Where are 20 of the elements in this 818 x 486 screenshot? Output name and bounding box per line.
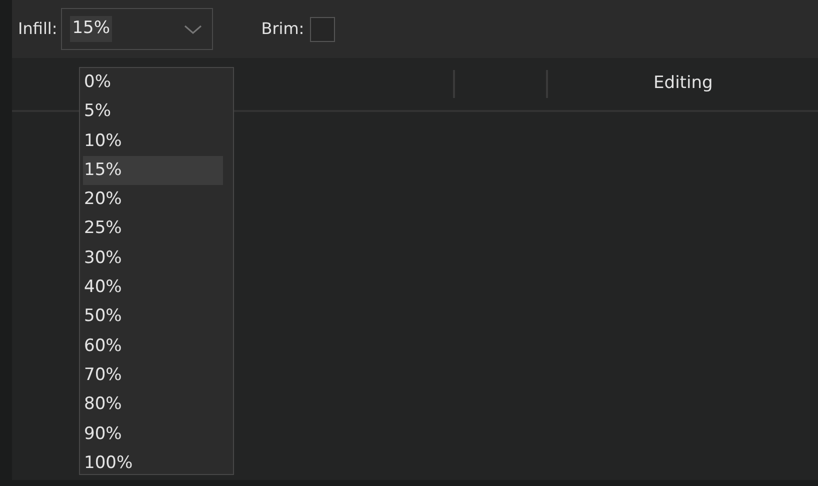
menu-option[interactable]: 40% — [83, 273, 223, 302]
infill-dropdown[interactable]: 15% — [61, 8, 214, 50]
brim-checkbox[interactable] — [310, 16, 336, 42]
menu-option[interactable]: 10% — [83, 126, 223, 156]
menu-option[interactable]: 100% — [83, 448, 223, 478]
menu-option[interactable]: 30% — [83, 244, 223, 274]
menu-option[interactable]: 60% — [83, 332, 223, 361]
column-header[interactable]: Editing — [654, 71, 713, 97]
infill-label: Infill: — [18, 18, 58, 40]
menu-option[interactable]: 5% — [83, 97, 223, 127]
menu-option[interactable]: 25% — [83, 214, 223, 244]
menu-option[interactable]: 0% — [83, 68, 223, 98]
menu-option[interactable]: 90% — [83, 420, 223, 449]
chevron-down-icon — [184, 24, 202, 34]
menu-option[interactable]: 80% — [83, 390, 223, 420]
menu-option[interactable]: 15% — [83, 156, 223, 186]
brim-label: Brim: — [261, 18, 304, 40]
menu-option[interactable]: 50% — [83, 302, 223, 332]
menu-option[interactable]: 20% — [83, 185, 223, 214]
menu-option[interactable]: 70% — [83, 360, 223, 390]
